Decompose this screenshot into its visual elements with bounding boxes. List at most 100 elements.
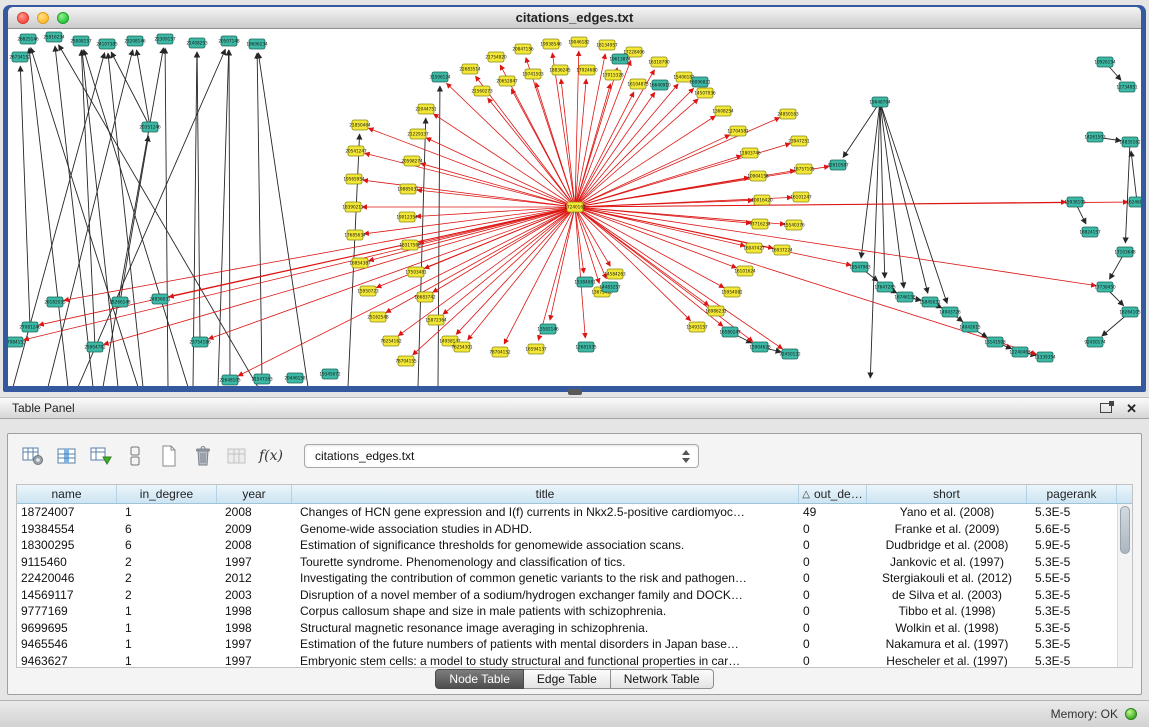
- network-node[interactable]: 20847156: [512, 44, 534, 54]
- network-node[interactable]: 14261503: [1084, 132, 1106, 142]
- network-node[interactable]: 78704155: [395, 356, 417, 366]
- network-node[interactable]: 26182035: [44, 297, 66, 307]
- network-node[interactable]: 19046182: [568, 37, 590, 47]
- network-node[interactable]: 19938546: [540, 39, 562, 49]
- network-node[interactable]: 20351246: [139, 122, 161, 132]
- network-node[interactable]: 25162548: [367, 312, 389, 322]
- network-node[interactable]: 22309157: [154, 34, 176, 44]
- network-window-titlebar[interactable]: citations_edges.txt: [8, 7, 1141, 29]
- network-node[interactable]: 16101247: [790, 192, 812, 202]
- minimize-window-icon[interactable]: [37, 12, 49, 24]
- network-node[interactable]: 20598274: [401, 156, 423, 166]
- tab-network-table[interactable]: Network Table: [611, 669, 714, 689]
- network-node[interactable]: 12240463: [1009, 347, 1031, 357]
- table-row[interactable]: 1938455462009Genome-wide association stu…: [17, 521, 1117, 538]
- column-header-in-degree[interactable]: in_degree: [117, 485, 217, 503]
- network-node[interactable]: 17103648: [1114, 247, 1136, 257]
- table-row[interactable]: 1872400712008Changes of HCN gene express…: [17, 504, 1117, 521]
- network-node[interactable]: 19741503: [522, 69, 544, 79]
- network-node[interactable]: 14835162: [1119, 137, 1141, 147]
- network-node[interactable]: 16580247: [719, 327, 741, 337]
- tab-node-table[interactable]: Node Table: [435, 669, 524, 689]
- network-node[interactable]: 14943726: [939, 307, 961, 317]
- network-node[interactable]: 21560273: [471, 86, 493, 96]
- network-node[interactable]: 21229337: [407, 129, 429, 139]
- table-row[interactable]: 946554611997Estimation of the future num…: [17, 636, 1117, 653]
- network-node[interactable]: 14507936: [694, 88, 716, 98]
- network-node[interactable]: 13141508: [984, 337, 1006, 347]
- zoom-window-icon[interactable]: [57, 12, 69, 24]
- network-node[interactable]: 20446158: [284, 373, 306, 383]
- network-node[interactable]: 23208146: [124, 36, 146, 46]
- network-node[interactable]: 19613874: [609, 54, 631, 64]
- network-node[interactable]: 17015328: [602, 70, 624, 80]
- network-node[interactable]: 11803746: [739, 148, 761, 158]
- function-builder-icon[interactable]: f(x): [256, 442, 286, 470]
- network-node[interactable]: 13608254: [712, 106, 734, 116]
- network-canvas[interactable]: 2185046420541247195659541839021117685634…: [8, 29, 1141, 386]
- network-node[interactable]: 16246815: [1126, 197, 1141, 207]
- close-panel-icon[interactable]: ✕: [1126, 402, 1137, 415]
- network-node[interactable]: 17924680: [576, 65, 598, 75]
- network-node[interactable]: 19885031: [397, 184, 419, 194]
- column-header-short[interactable]: short: [867, 485, 1027, 503]
- network-node[interactable]: 19345072: [319, 369, 341, 379]
- delete-table-icon[interactable]: [188, 442, 218, 470]
- network-node[interactable]: 19565954: [343, 174, 365, 184]
- network-node[interactable]: 16854387: [349, 258, 371, 268]
- network-node[interactable]: 20652847: [496, 76, 518, 86]
- network-node[interactable]: 22683514: [459, 64, 481, 74]
- network-node[interactable]: 15493157: [686, 322, 708, 332]
- scrollbar-thumb[interactable]: [1120, 506, 1130, 554]
- network-node[interactable]: 24850163: [777, 109, 799, 119]
- column-header-name[interactable]: name: [17, 485, 117, 503]
- network-node[interactable]: 76254301: [451, 342, 473, 352]
- network-node[interactable]: 13582146: [537, 324, 559, 334]
- column-header-year[interactable]: year: [217, 485, 292, 503]
- network-node[interactable]: 18390211: [342, 202, 364, 212]
- network-node[interactable]: 11339354: [1034, 352, 1056, 362]
- network-node[interactable]: 19012354: [396, 212, 418, 222]
- network-node[interactable]: 10904158: [747, 171, 769, 181]
- network-node[interactable]: 22044751: [415, 104, 437, 114]
- network-node[interactable]: 25904782: [84, 342, 106, 352]
- network-node[interactable]: 19606234: [246, 39, 268, 49]
- network-node[interactable]: 18547963: [849, 262, 871, 272]
- network-node[interactable]: 12734851: [1116, 82, 1138, 92]
- column-header-title[interactable]: title: [292, 485, 799, 503]
- table-row[interactable]: 911546021997Tourette syndrome. Phenomeno…: [17, 554, 1117, 571]
- network-node[interactable]: 16640910: [649, 80, 671, 90]
- network-table-select[interactable]: citations_edges.txt: [304, 444, 699, 468]
- float-panel-icon[interactable]: [1100, 403, 1112, 413]
- network-node[interactable]: 16594137: [525, 344, 547, 354]
- network-node[interactable]: 27984153: [8, 337, 26, 347]
- network-node[interactable]: 92450132: [779, 349, 801, 359]
- close-window-icon[interactable]: [17, 12, 29, 24]
- panel-resize-grip[interactable]: [568, 389, 582, 395]
- row-height-icon[interactable]: [120, 442, 150, 470]
- network-node[interactable]: 18317568: [399, 240, 421, 250]
- network-node[interactable]: 16096821: [689, 77, 711, 87]
- network-node[interactable]: 15384061: [574, 277, 596, 287]
- network-node[interactable]: 21408253: [186, 38, 208, 48]
- network-node[interactable]: 10926154: [1094, 57, 1116, 67]
- table-vertical-scrollbar[interactable]: [1117, 504, 1132, 667]
- network-node[interactable]: 16104873: [627, 79, 649, 89]
- network-node[interactable]: 14483257: [599, 282, 621, 292]
- network-node[interactable]: 16937224: [771, 245, 793, 255]
- network-node[interactable]: 23754186: [189, 337, 211, 347]
- network-node[interactable]: 16318790: [648, 57, 670, 67]
- network-node[interactable]: 16683742: [414, 292, 436, 302]
- network-node[interactable]: 21547263: [251, 374, 273, 384]
- network-node[interactable]: 26734152: [9, 52, 31, 62]
- network-node[interactable]: 26825146: [17, 34, 39, 44]
- network-node[interactable]: 15540376: [783, 220, 805, 230]
- network-node[interactable]: 15950723: [357, 286, 379, 296]
- column-header-pagerank[interactable]: pagerank: [1027, 485, 1117, 503]
- network-node[interactable]: 19648794: [869, 97, 891, 107]
- network-node[interactable]: 21754820: [485, 52, 507, 62]
- network-node[interactable]: 22648105: [219, 375, 241, 385]
- network-node[interactable]: 12704581: [727, 126, 749, 136]
- network-node[interactable]: 31506124: [429, 72, 451, 82]
- network-node[interactable]: 14042615: [959, 322, 981, 332]
